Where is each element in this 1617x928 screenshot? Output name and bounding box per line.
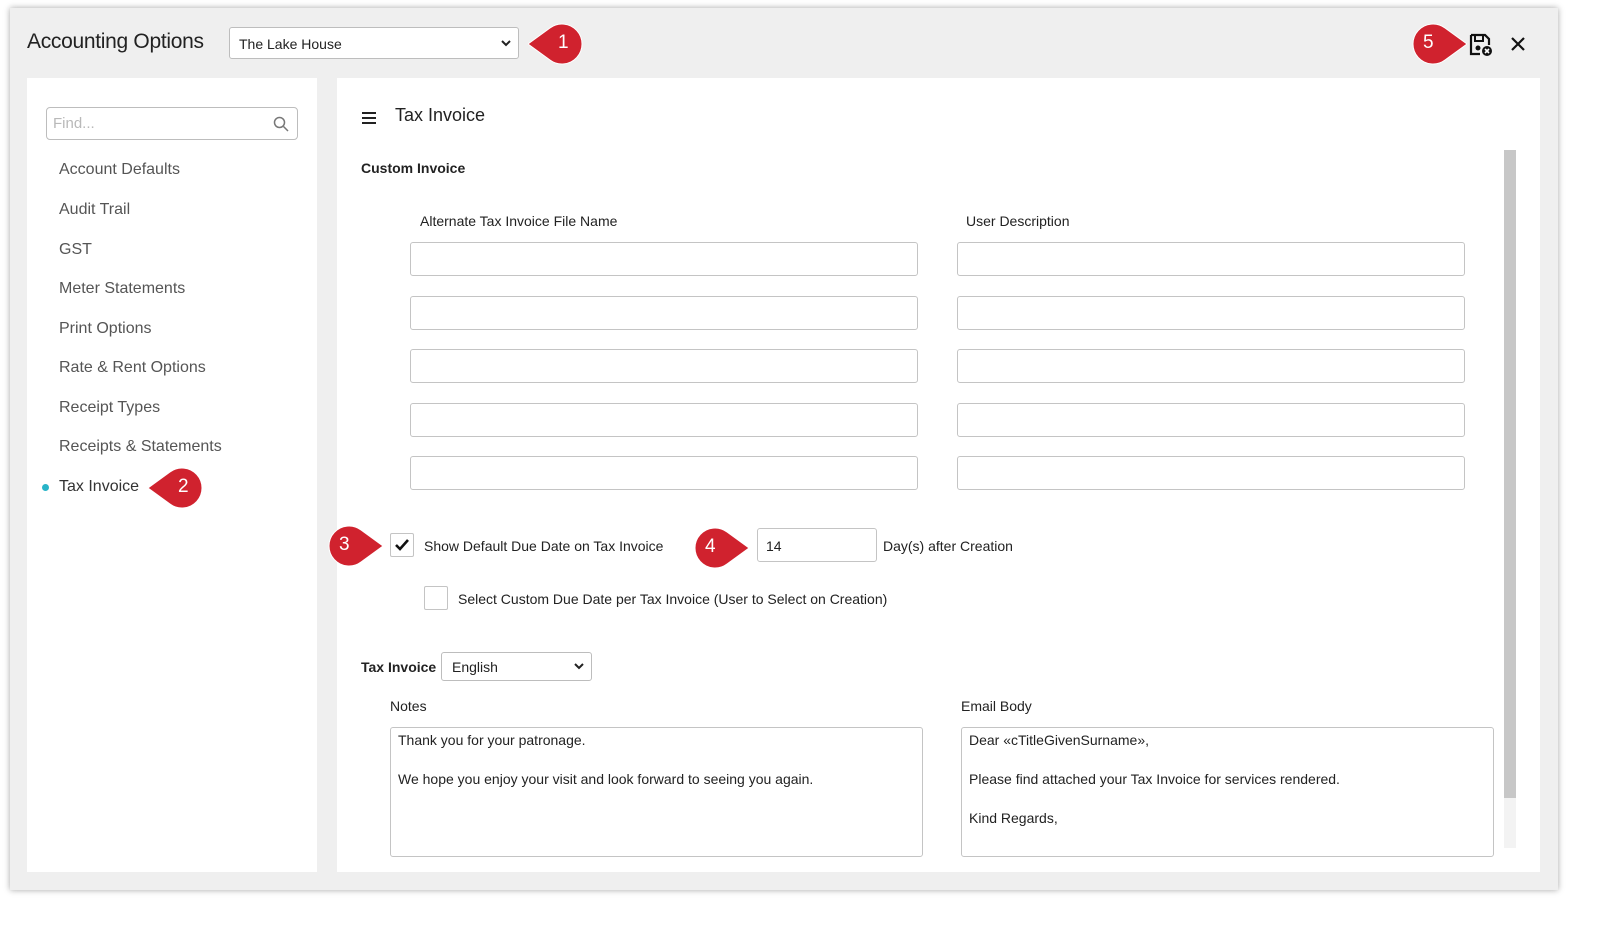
days-after-creation-label: Day(s) after Creation	[883, 538, 1013, 554]
email-body-line: Dear «cTitleGivenSurname»,	[969, 732, 1150, 748]
email-body-label: Email Body	[961, 698, 1032, 714]
tax-invoice-panel: Tax Invoice Custom Invoice Alternate Tax…	[337, 78, 1540, 872]
user-description-input-1[interactable]	[957, 242, 1465, 276]
sidebar-item-gst[interactable]: GST	[59, 241, 92, 259]
sidebar-item-print-options[interactable]: Print Options	[59, 320, 151, 338]
file-name-input-4[interactable]	[410, 403, 918, 437]
callout-marker-5: 5	[1405, 22, 1468, 66]
chevron-down-icon	[574, 663, 584, 670]
notes-line: We hope you enjoy your visit and look fo…	[398, 771, 814, 787]
callout-number: 3	[339, 534, 350, 555]
user-description-input-3[interactable]	[957, 349, 1465, 383]
menu-icon[interactable]	[361, 111, 377, 125]
property-select-value: The Lake House	[239, 36, 342, 52]
search-icon	[273, 116, 289, 132]
user-description-column-label: User Description	[966, 213, 1070, 229]
property-select[interactable]: The Lake House	[229, 27, 519, 59]
find-placeholder: Find...	[53, 115, 95, 132]
notes-label: Notes	[390, 698, 427, 714]
callout-marker-3: 3	[321, 524, 384, 568]
sidebar-item-account-defaults[interactable]: Account Defaults	[59, 161, 180, 179]
notes-textarea[interactable]: Thank you for your patronage. We hope yo…	[390, 727, 923, 857]
checkmark-icon	[395, 539, 409, 551]
file-name-input-2[interactable]	[410, 296, 918, 330]
callout-marker-2: 2	[147, 466, 210, 510]
close-icon[interactable]	[1506, 32, 1530, 56]
sidebar-item-receipts-statements[interactable]: Receipts & Statements	[59, 438, 222, 456]
due-days-input[interactable]: 14	[757, 528, 877, 562]
callout-marker-1: 1	[527, 22, 590, 66]
show-default-due-date-checkbox[interactable]	[390, 533, 414, 557]
show-default-due-date-label: Show Default Due Date on Tax Invoice	[424, 538, 664, 554]
user-description-input-2[interactable]	[957, 296, 1465, 330]
accounting-options-window: Accounting Options The Lake House Find..…	[10, 8, 1558, 890]
file-name-column-label: Alternate Tax Invoice File Name	[420, 213, 618, 229]
callout-number: 4	[705, 536, 716, 557]
sidebar-item-tax-invoice[interactable]: Tax Invoice	[59, 478, 139, 496]
notes-line: Thank you for your patronage.	[398, 732, 586, 748]
scrollbar-thumb[interactable]	[1504, 150, 1516, 798]
language-select[interactable]: English	[441, 652, 592, 681]
language-select-value: English	[452, 659, 498, 675]
email-body-line: Please find attached your Tax Invoice fo…	[969, 771, 1340, 787]
file-name-input-5[interactable]	[410, 456, 918, 490]
email-body-textarea[interactable]: Dear «cTitleGivenSurname», Please find a…	[961, 727, 1494, 857]
user-description-input-5[interactable]	[957, 456, 1465, 490]
custom-due-date-label: Select Custom Due Date per Tax Invoice (…	[458, 591, 888, 607]
sidebar-item-audit-trail[interactable]: Audit Trail	[59, 201, 130, 219]
custom-due-date-checkbox[interactable]	[424, 586, 448, 610]
sidebar-item-receipt-types[interactable]: Receipt Types	[59, 399, 160, 417]
sidebar-item-rate-rent-options[interactable]: Rate & Rent Options	[59, 359, 206, 377]
window-title: Accounting Options	[27, 30, 204, 53]
chevron-down-icon	[501, 40, 511, 47]
callout-number: 1	[558, 32, 569, 53]
callout-number: 5	[1423, 32, 1434, 53]
user-description-input-4[interactable]	[957, 403, 1465, 437]
file-name-input-1[interactable]	[410, 242, 918, 276]
page-title: Tax Invoice	[395, 105, 486, 125]
sidebar-item-meter-statements[interactable]: Meter Statements	[59, 280, 185, 298]
active-indicator-dot	[42, 484, 49, 491]
language-label: Tax Invoice	[361, 659, 437, 675]
save-settings-icon[interactable]	[1468, 32, 1494, 58]
callout-marker-4: 4	[687, 526, 750, 570]
file-name-input-3[interactable]	[410, 349, 918, 383]
email-body-line: Kind Regards,	[969, 810, 1058, 826]
find-input[interactable]: Find...	[46, 107, 298, 140]
custom-invoice-heading: Custom Invoice	[361, 160, 466, 176]
callout-number: 2	[178, 476, 189, 497]
